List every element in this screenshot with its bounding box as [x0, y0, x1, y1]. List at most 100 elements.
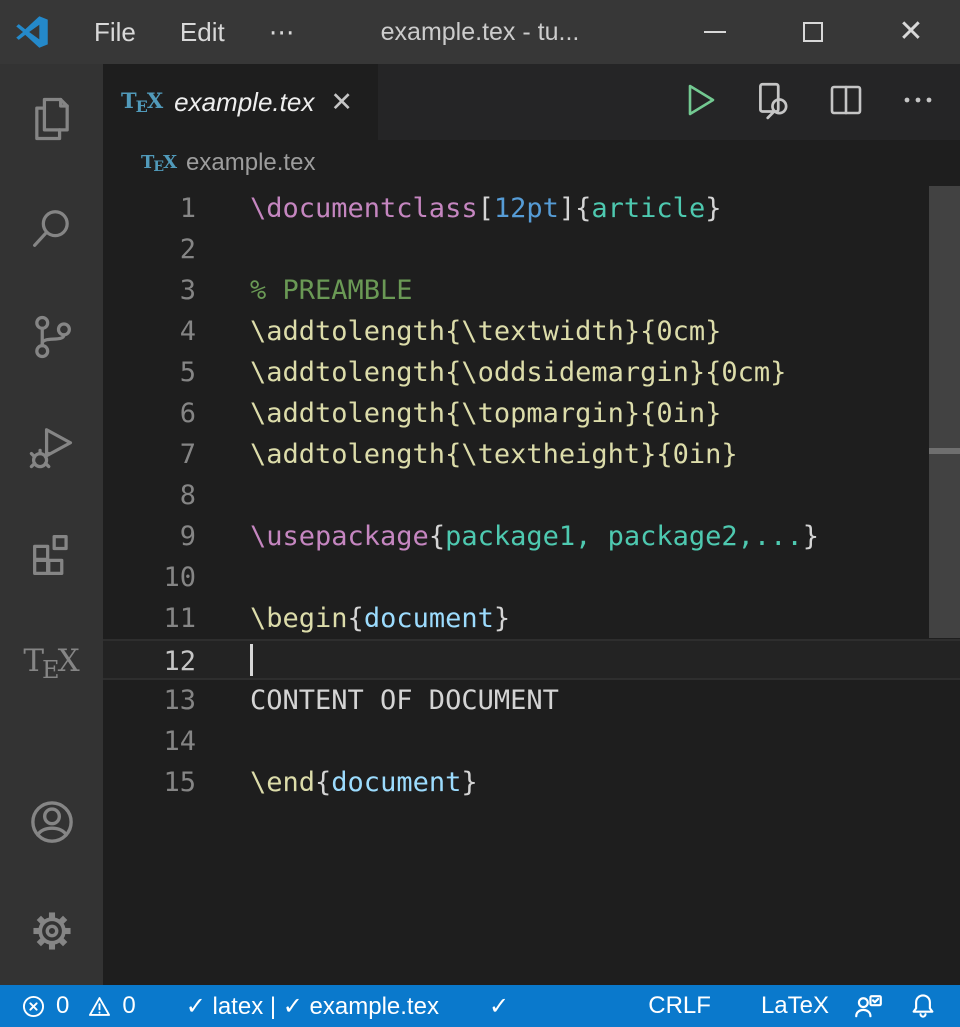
- line-content[interactable]: \begin{document}: [250, 598, 960, 639]
- code-line-14[interactable]: 14: [103, 721, 960, 762]
- close-window-button[interactable]: ✕: [862, 0, 960, 64]
- line-content[interactable]: \end{document}: [250, 762, 960, 803]
- cursor-position-marker: [929, 448, 960, 454]
- menu-edit[interactable]: Edit: [158, 0, 247, 64]
- code-token: \begin: [250, 603, 348, 634]
- editor-scrollbar[interactable]: [929, 186, 960, 985]
- minimize-button[interactable]: [666, 0, 764, 64]
- code-line-11[interactable]: 11\begin{document}: [103, 598, 960, 639]
- tab-example-tex[interactable]: TEX example.tex ✕: [103, 64, 378, 140]
- code-line-13[interactable]: 13CONTENT OF DOCUMENT: [103, 680, 960, 721]
- view-pdf-button[interactable]: [752, 79, 794, 126]
- code-lines: 1\documentclass[12pt]{article}23% PREAMB…: [103, 186, 960, 985]
- warning-icon: [86, 993, 113, 1020]
- activity-bar: TEX: [0, 64, 103, 985]
- build-status-check[interactable]: ✓: [477, 985, 521, 1027]
- settings-gear-icon[interactable]: [0, 876, 103, 985]
- code-token: \end: [250, 767, 315, 798]
- close-icon: ✕: [898, 17, 923, 47]
- line-content[interactable]: \addtolength{\topmargin}{0in}: [250, 393, 960, 434]
- code-token: \addtolength{\oddsidemargin}{0cm}: [250, 357, 786, 388]
- title-bar: File Edit ⋯ example.tex - tu... ✕: [0, 0, 960, 64]
- code-line-1[interactable]: 1\documentclass[12pt]{article}: [103, 188, 960, 229]
- status-bar-right: CRLF LaTeX: [636, 985, 960, 1027]
- line-number: 7: [103, 434, 250, 475]
- line-content[interactable]: [250, 721, 960, 762]
- code-line-9[interactable]: 9\usepackage{package1, package2,...}: [103, 516, 960, 557]
- breadcrumb: TEX example.tex: [103, 140, 960, 186]
- line-number: 3: [103, 270, 250, 311]
- code-token: {: [348, 603, 364, 634]
- language-mode-selector[interactable]: LaTeX: [749, 985, 841, 1027]
- run-debug-icon[interactable]: [0, 391, 103, 500]
- tab-bar: TEX example.tex ✕: [103, 64, 960, 140]
- split-editor-button[interactable]: [826, 80, 866, 125]
- line-number: 1: [103, 188, 250, 229]
- code-token: % PREAMBLE: [250, 275, 413, 306]
- line-content[interactable]: [250, 229, 960, 270]
- code-line-3[interactable]: 3% PREAMBLE: [103, 270, 960, 311]
- build-latex-button[interactable]: [680, 80, 720, 125]
- main-area: TEX TEX example.tex ✕: [0, 64, 960, 985]
- line-number: 9: [103, 516, 250, 557]
- code-token: 12pt: [494, 193, 559, 224]
- code-token: }: [803, 521, 819, 552]
- line-number: 2: [103, 229, 250, 270]
- line-content[interactable]: % PREAMBLE: [250, 270, 960, 311]
- error-count: 0: [56, 992, 69, 1020]
- line-content[interactable]: \addtolength{\textwidth}{0cm}: [250, 311, 960, 352]
- tab-label: example.tex: [174, 87, 314, 118]
- menu-more[interactable]: ⋯: [247, 0, 317, 64]
- line-number: 4: [103, 311, 250, 352]
- code-token: {: [575, 193, 591, 224]
- line-content[interactable]: \addtolength{\oddsidemargin}{0cm}: [250, 352, 960, 393]
- code-line-6[interactable]: 6\addtolength{\topmargin}{0in}: [103, 393, 960, 434]
- code-line-2[interactable]: 2: [103, 229, 960, 270]
- line-content[interactable]: \documentclass[12pt]{article}: [250, 188, 960, 229]
- code-line-4[interactable]: 4\addtolength{\textwidth}{0cm}: [103, 311, 960, 352]
- line-number: 10: [103, 557, 250, 598]
- line-content[interactable]: CONTENT OF DOCUMENT: [250, 680, 960, 721]
- code-token: package1, package2,...: [445, 521, 803, 552]
- line-content[interactable]: \usepackage{package1, package2,...}: [250, 516, 960, 557]
- code-token: \documentclass: [250, 193, 478, 224]
- source-control-icon[interactable]: [0, 282, 103, 391]
- tab-close-icon[interactable]: ✕: [330, 89, 353, 116]
- code-token: document: [364, 603, 494, 634]
- line-content[interactable]: [250, 641, 960, 678]
- line-content[interactable]: \addtolength{\textheight}{0in}: [250, 434, 960, 475]
- line-number: 13: [103, 680, 250, 721]
- status-bar: 0 0 ✓ latex | ✓ example.tex ✓ CRLF LaTeX: [0, 985, 960, 1027]
- menu-file[interactable]: File: [72, 0, 158, 64]
- explorer-icon[interactable]: [0, 64, 103, 173]
- code-line-7[interactable]: 7\addtolength{\textheight}{0in}: [103, 434, 960, 475]
- code-token: CONTENT OF DOCUMENT: [250, 685, 559, 716]
- line-content[interactable]: [250, 475, 960, 516]
- code-line-5[interactable]: 5\addtolength{\oddsidemargin}{0cm}: [103, 352, 960, 393]
- maximize-button[interactable]: [764, 0, 862, 64]
- feedback-button[interactable]: [841, 985, 896, 1027]
- code-token: ]: [559, 193, 575, 224]
- search-icon[interactable]: [0, 173, 103, 282]
- notifications-button[interactable]: [896, 985, 950, 1027]
- tex-file-icon: TEX: [141, 152, 176, 175]
- more-actions-button[interactable]: [898, 80, 938, 125]
- code-line-15[interactable]: 15\end{document}: [103, 762, 960, 803]
- breadcrumb-file[interactable]: example.tex: [186, 149, 315, 177]
- extensions-icon[interactable]: [0, 500, 103, 609]
- scrollbar-thumb[interactable]: [929, 186, 960, 638]
- problems-indicator[interactable]: 0 0: [8, 985, 148, 1027]
- code-line-8[interactable]: 8: [103, 475, 960, 516]
- accounts-icon[interactable]: [0, 767, 103, 876]
- line-number: 5: [103, 352, 250, 393]
- code-editor[interactable]: 1\documentclass[12pt]{article}23% PREAMB…: [103, 186, 960, 985]
- code-line-12[interactable]: 12: [103, 639, 960, 680]
- eol-selector[interactable]: CRLF: [636, 985, 723, 1027]
- code-line-10[interactable]: 10: [103, 557, 960, 598]
- line-number: 15: [103, 762, 250, 803]
- lint-status[interactable]: ✓ latex | ✓ example.tex: [174, 985, 451, 1027]
- latex-workshop-icon[interactable]: TEX: [0, 609, 103, 718]
- bell-icon: [908, 991, 938, 1021]
- line-content[interactable]: [250, 557, 960, 598]
- warning-count: 0: [122, 992, 135, 1020]
